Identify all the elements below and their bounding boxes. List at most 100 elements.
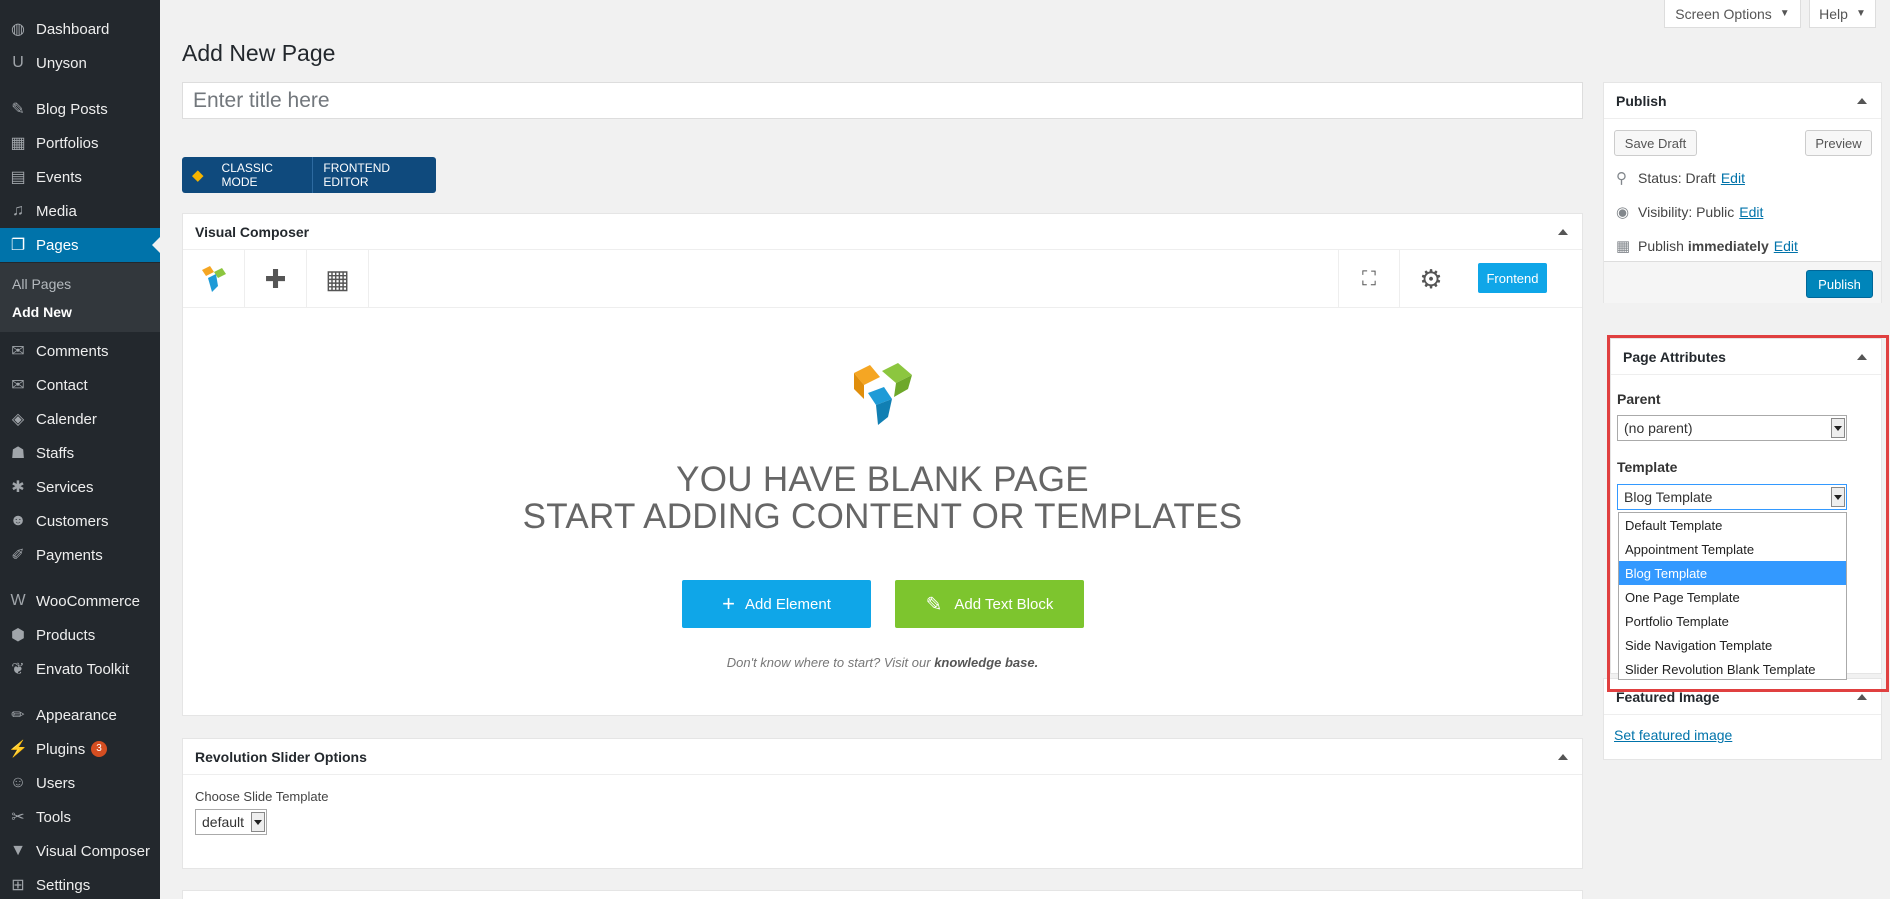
vc-large-logo-icon [854, 363, 912, 425]
publish-box-header[interactable]: Publish [1604, 83, 1881, 119]
products-icon: ⬢ [11, 627, 25, 644]
sidebar-item-label: Tools [36, 808, 72, 826]
vc-mode-switcher: ◆ CLASSIC MODE FRONTEND EDITOR [182, 157, 436, 193]
publish-label: Publish [1638, 238, 1684, 254]
dashboard-icon: ◍ [11, 21, 25, 38]
sidebar-item-staffs[interactable]: ☗ Staffs [0, 436, 160, 470]
chevron-down-icon [251, 812, 265, 832]
sidebar-item-settings[interactable]: ⊞ Settings [0, 868, 160, 899]
vc-logo-button[interactable] [183, 250, 245, 308]
sidebar-item-label: Portfolios [36, 134, 99, 152]
plus-icon: + [722, 591, 735, 616]
plugins-icon: ⚡ [8, 741, 28, 758]
collapse-icon[interactable] [1558, 754, 1568, 760]
add-text-block-button[interactable]: ✎ Add Text Block [895, 580, 1084, 628]
help-tab[interactable]: Help ▼ [1809, 0, 1876, 28]
sidebar-item-pages[interactable]: ❐ Pages [0, 228, 160, 262]
preview-button[interactable]: Preview [1805, 130, 1872, 156]
sidebar-item-services[interactable]: ✱ Services [0, 470, 160, 504]
sidebar-item-visual-composer[interactable]: ▼ Visual Composer [0, 834, 160, 868]
sidebar-item-plugins[interactable]: ⚡ Plugins 3 [0, 732, 160, 766]
edit-visibility-link[interactable]: Edit [1739, 204, 1763, 220]
add-element-button[interactable]: + Add Element [682, 580, 871, 628]
visibility-label: Visibility: [1638, 204, 1693, 220]
submenu-add-new[interactable]: Add New [12, 304, 72, 320]
edit-schedule-link[interactable]: Edit [1774, 238, 1798, 254]
sidebar-item-comments[interactable]: ✉ Comments [0, 334, 160, 368]
caret-down-icon: ▼ [1855, 8, 1866, 19]
sidebar-item-payments[interactable]: ✐ Payments [0, 538, 160, 572]
sidebar-item-calender[interactable]: ◈ Calender [0, 402, 160, 436]
caret-down-icon: ▼ [1779, 8, 1790, 19]
sidebar-item-users[interactable]: ☺ Users [0, 766, 160, 800]
visibility-value: Public [1696, 204, 1735, 220]
vc-box-header[interactable]: Visual Composer [183, 214, 1582, 250]
sidebar-item-media[interactable]: ♫ Media [0, 194, 160, 228]
vc-toolbar: ✚ ▦ ⛶ ⚙ Frontend [183, 250, 1582, 308]
pin-icon: ✎ [11, 101, 25, 118]
frontend-button[interactable]: Frontend [1478, 263, 1547, 293]
slider-box-header[interactable]: Revolution Slider Options [183, 739, 1582, 775]
edit-status-link[interactable]: Edit [1721, 170, 1745, 186]
classic-mode-button[interactable]: CLASSIC MODE [212, 157, 313, 193]
fullscreen-icon[interactable]: ⛶ [1338, 250, 1400, 308]
gear-icon[interactable]: ⚙ [1400, 250, 1462, 308]
pages-submenu: All Pages Add New [0, 263, 160, 332]
settings-icon: ⊞ [11, 877, 25, 894]
sidebar-item-label: Pages [36, 236, 79, 254]
sidebar-item-contact[interactable]: ✉ Contact [0, 368, 160, 402]
sidebar-item-appearance[interactable]: ✏ Appearance [0, 698, 160, 732]
knowledge-base-hint: Don't know where to start? Visit our kno… [183, 655, 1582, 670]
save-draft-button[interactable]: Save Draft [1614, 130, 1697, 156]
sidebar-item-label: Visual Composer [36, 842, 150, 860]
sidebar-item-label: Appearance [36, 706, 117, 724]
add-element-icon[interactable]: ✚ [245, 250, 307, 308]
sidebar-item-portfolios[interactable]: ▦ Portfolios [0, 126, 160, 160]
sidebar-item-label: WooCommerce [36, 592, 140, 610]
publish-button[interactable]: Publish [1806, 270, 1873, 298]
add-text-block-label: Add Text Block [954, 595, 1054, 613]
sidebar-item-label: Plugins [36, 740, 86, 758]
title-input[interactable] [182, 82, 1583, 119]
sidebar-item-customers[interactable]: ☻ Customers [0, 504, 160, 538]
collapse-icon[interactable] [1857, 694, 1867, 700]
update-count-badge: 3 [91, 741, 107, 757]
highlight-annotation [1607, 335, 1889, 692]
pages-icon: ❐ [10, 237, 26, 254]
sidebar-item-unyson[interactable]: U Unyson [0, 46, 160, 80]
sidebar-item-label: Customers [36, 512, 109, 530]
visual-composer-icon: ▼ [10, 842, 26, 859]
portfolio-icon: ▦ [10, 135, 26, 152]
collapse-icon[interactable] [1857, 98, 1867, 104]
sidebar-item-label: Envato Toolkit [36, 660, 130, 678]
users-icon: ☗ [10, 445, 26, 462]
slide-template-select[interactable]: default [195, 809, 267, 835]
vc-logo-icon [201, 266, 226, 292]
screen-options-label: Screen Options [1675, 5, 1772, 22]
sidebar-item-blog-posts[interactable]: ✎ Blog Posts [0, 92, 160, 126]
set-featured-image-link[interactable]: Set featured image [1614, 727, 1732, 743]
schedule-row: ▦ Publish immediately Edit [1616, 237, 1798, 255]
collapse-icon[interactable] [1558, 229, 1568, 235]
sidebar-item-dashboard[interactable]: ◍ Dashboard [0, 12, 160, 46]
frontend-editor-button[interactable]: FRONTEND EDITOR [312, 157, 436, 193]
publish-actions: Publish [1604, 261, 1881, 303]
vc-box-title: Visual Composer [195, 223, 310, 240]
templates-icon[interactable]: ▦ [307, 250, 369, 308]
sidebar-item-events[interactable]: ▤ Events [0, 160, 160, 194]
eye-icon: ◉ [1616, 204, 1630, 221]
sidebar-item-woocommerce[interactable]: W WooCommerce [0, 584, 160, 618]
sidebar-item-label: Products [36, 626, 96, 644]
help-label: Help [1819, 5, 1848, 22]
knowledge-base-link[interactable]: knowledge base. [934, 655, 1038, 670]
appearance-icon: ✏ [11, 707, 25, 724]
envato-icon: ❦ [11, 661, 25, 678]
sidebar-item-label: Events [36, 168, 82, 186]
sidebar-item-tools[interactable]: ✂ Tools [0, 800, 160, 834]
sidebar-item-envato-toolkit[interactable]: ❦ Envato Toolkit [0, 652, 160, 686]
screen-options-tab[interactable]: Screen Options ▼ [1664, 0, 1801, 28]
submenu-all-pages[interactable]: All Pages [12, 276, 71, 292]
sidebar-item-products[interactable]: ⬢ Products [0, 618, 160, 652]
revolution-slider-box: Revolution Slider Options Choose Slide T… [182, 738, 1583, 869]
publish-value: immediately [1687, 238, 1769, 254]
